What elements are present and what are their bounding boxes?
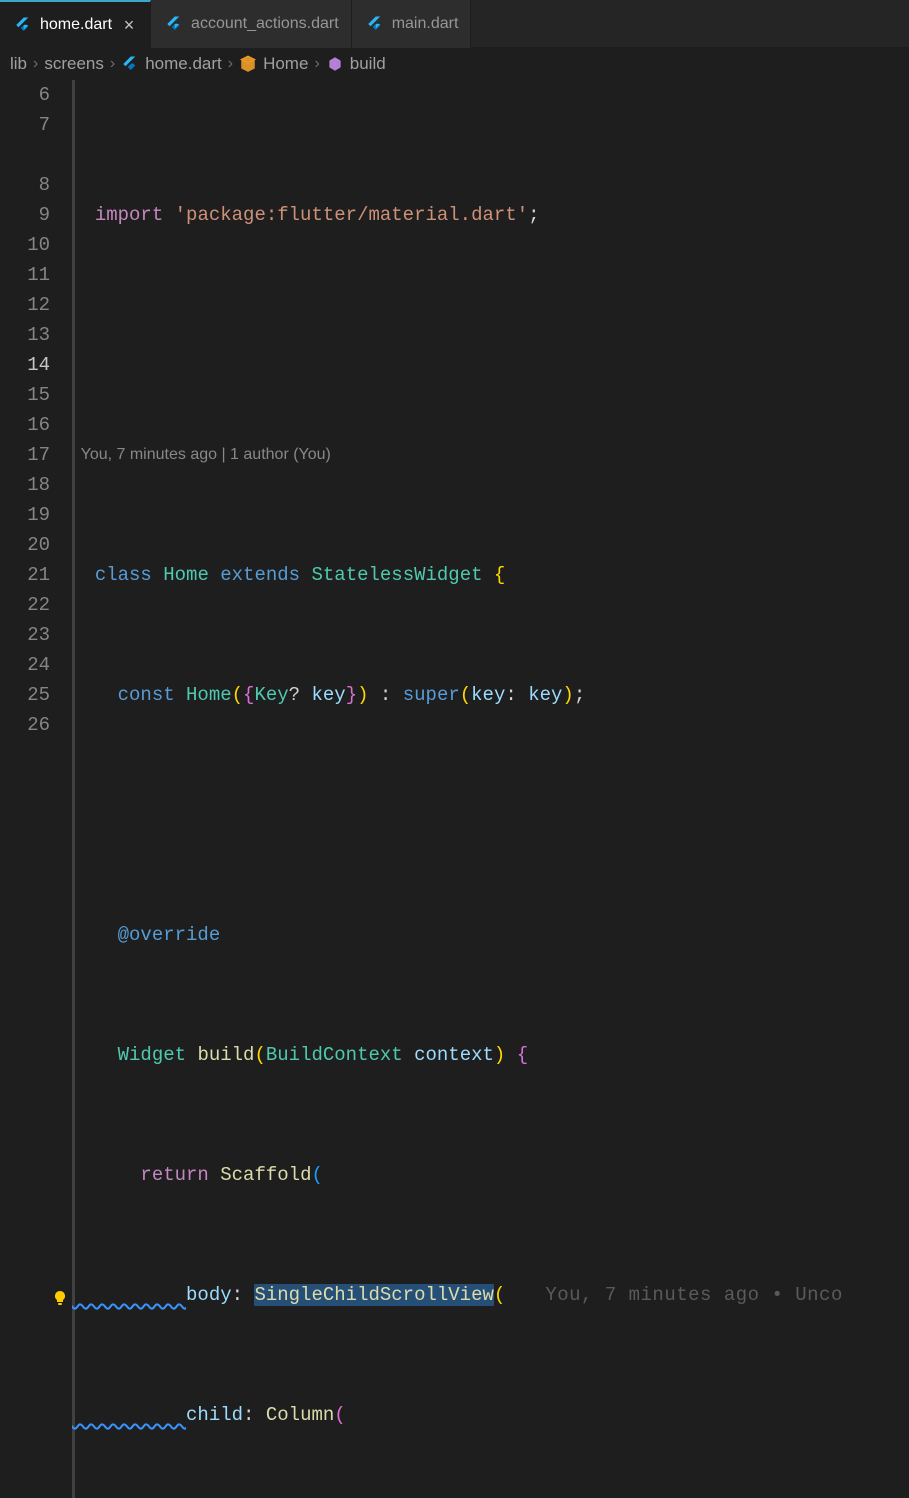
breadcrumb-method[interactable]: build [326,54,386,74]
lightbulb-icon[interactable] [52,1286,68,1302]
flutter-icon [165,15,183,33]
git-codelens[interactable]: You, 7 minutes ago | 1 author (You) [72,440,909,470]
breadcrumb[interactable]: lib › screens › home.dart › Home › build [0,48,909,80]
code-line[interactable]: import 'package:flutter/material.dart'; [72,200,909,230]
code-line[interactable]: Widget build(BuildContext context) { [72,1040,909,1070]
tab-main-dart[interactable]: main.dart [352,0,472,48]
breadcrumb-file[interactable]: home.dart [121,54,222,74]
code-line[interactable]: @override [72,920,909,950]
tab-label: account_actions.dart [191,15,339,33]
close-icon[interactable]: × [120,16,138,34]
code-line[interactable] [72,800,909,830]
code-line[interactable]: class Home extends StatelessWidget { [72,560,909,590]
breadcrumb-class[interactable]: Home [239,54,308,74]
breadcrumb-screens[interactable]: screens [44,54,104,74]
chevron-right-icon: › [33,55,38,73]
breadcrumb-lib[interactable]: lib [10,54,27,74]
chevron-right-icon: › [314,55,319,73]
tab-label: home.dart [40,16,112,34]
inline-git-blame: You, 7 minutes ago • Unco [545,1284,843,1306]
code-line[interactable]: child: Column( [72,1400,909,1430]
tab-account-actions-dart[interactable]: account_actions.dart [151,0,352,48]
code-editor[interactable]: 6 7 8 9 10 11 12 13 14 15 16 17 18 19 20… [0,80,909,1498]
chevron-right-icon: › [110,55,115,73]
code-line[interactable]: return Scaffold( [72,1160,909,1190]
tab-label: main.dart [392,15,459,33]
code-line[interactable]: body: SingleChildScrollView(You, 7 minut… [72,1280,909,1310]
tab-bar: home.dart × account_actions.dart main.da… [0,0,909,48]
code-area[interactable]: import 'package:flutter/material.dart'; … [72,80,909,1498]
class-icon [239,55,257,73]
code-line[interactable]: const Home({Key? key}) : super(key: key)… [72,680,909,710]
chevron-right-icon: › [228,55,233,73]
code-line[interactable] [72,320,909,350]
flutter-icon [121,55,139,73]
tab-home-dart[interactable]: home.dart × [0,0,151,48]
flutter-icon [14,16,32,34]
method-icon [326,55,344,73]
flutter-icon [366,15,384,33]
